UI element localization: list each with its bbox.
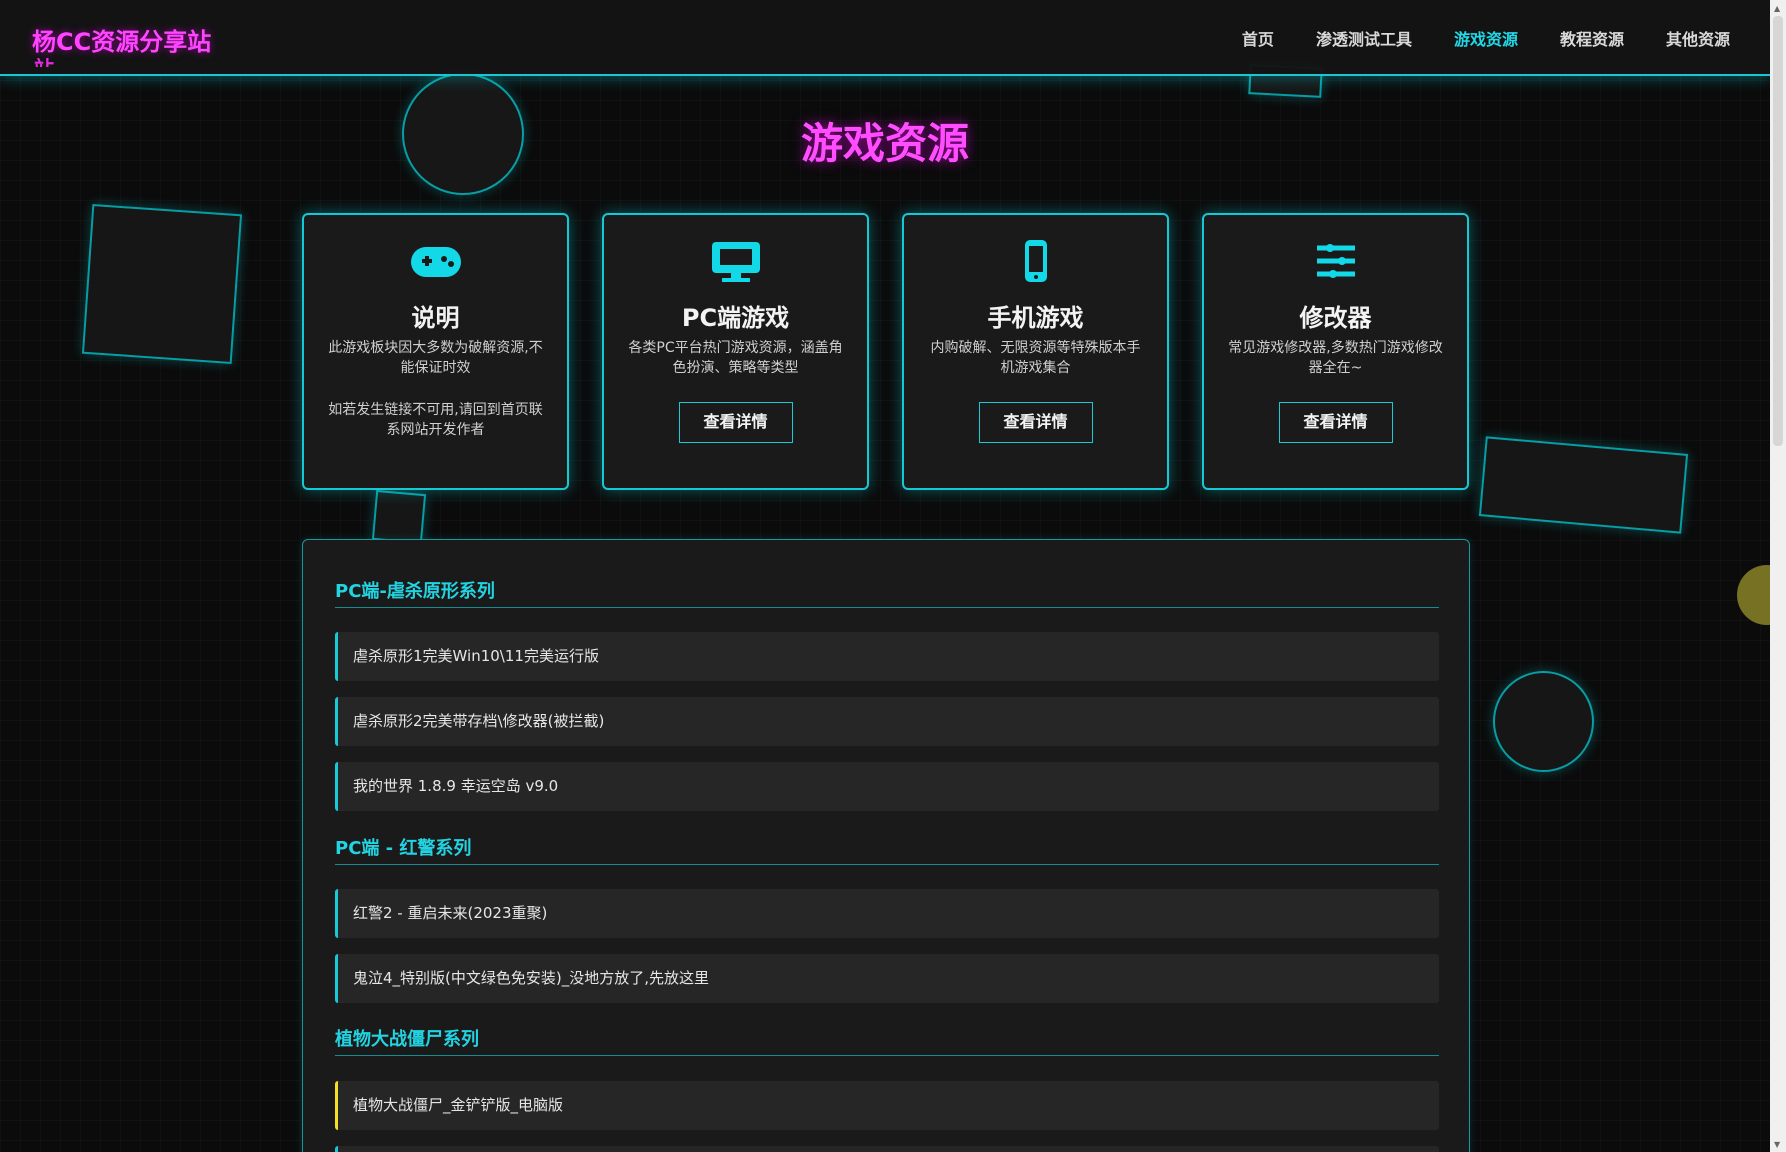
- scroll-down-arrow[interactable]: ▼: [1774, 1140, 1780, 1149]
- card-title: 说明: [411, 304, 460, 332]
- site-logo[interactable]: 杨CC资源分享站: [32, 22, 211, 57]
- partial-resource-item[interactable]: [335, 1146, 1439, 1152]
- monitor-icon: [711, 242, 760, 282]
- nav-other-resources[interactable]: 其他资源: [1666, 26, 1730, 50]
- resource-item[interactable]: 虐杀原形1完美Win10\11完美运行版: [335, 632, 1439, 681]
- trainer-detail-button[interactable]: 查看详情: [1278, 402, 1393, 443]
- sliders-icon: [1316, 244, 1355, 278]
- card-title: 修改器: [1299, 304, 1372, 332]
- gamepad-icon: [410, 247, 461, 277]
- nav-tutorial-resources[interactable]: 教程资源: [1560, 26, 1624, 50]
- decorative-circle-right: [1493, 671, 1594, 772]
- card-title: 手机游戏: [987, 304, 1084, 332]
- decorative-left-square: [81, 203, 243, 365]
- phone-icon: [1024, 240, 1047, 282]
- card-description: 各类PC平台热门游戏资源，涵盖角色扮演、策略等类型: [628, 340, 843, 376]
- section-title: 植物大战僵尸系列: [335, 1025, 1439, 1056]
- mobile-games-card: 手机游戏 内购破解、无限资源等特殊版本手机游戏集合 查看详情: [902, 213, 1169, 490]
- logo-overflow-char: 站: [34, 58, 54, 67]
- info-card: 说明 此游戏板块因大多数为破解资源,不能保证时效 如若发生链接不可用,请回到首页…: [302, 213, 569, 490]
- top-navigation: 杨CC资源分享站 站 首页 渗透测试工具 游戏资源 教程资源 其他资源: [0, 0, 1770, 76]
- card-description: 内购破解、无限资源等特殊版本手机游戏集合: [930, 340, 1141, 376]
- page-title: 游戏资源: [800, 119, 969, 168]
- scrollbar-thumb[interactable]: [1773, 16, 1783, 446]
- section-title: PC端 - 红警系列: [335, 834, 1439, 865]
- nav-home[interactable]: 首页: [1242, 26, 1274, 50]
- pc-games-card: PC端游戏 各类PC平台热门游戏资源，涵盖角色扮演、策略等类型 查看详情: [602, 213, 869, 490]
- section-title: PC端-虐杀原形系列: [335, 577, 1439, 608]
- card-title: PC端游戏: [681, 304, 790, 332]
- resource-item[interactable]: 植物大战僵尸_金铲铲版_电脑版: [335, 1081, 1439, 1130]
- resource-item[interactable]: 虐杀原形2完美带存档\修改器(被拦截): [335, 697, 1439, 746]
- nav-pentest-tools[interactable]: 渗透测试工具: [1316, 26, 1412, 50]
- mobile-games-detail-button[interactable]: 查看详情: [978, 402, 1093, 443]
- scroll-up-arrow[interactable]: ▲: [1774, 4, 1780, 13]
- nav-menu: 首页 渗透测试工具 游戏资源 教程资源 其他资源: [1242, 26, 1730, 50]
- decorative-mid-square: [371, 489, 427, 545]
- decorative-right-rect: [1478, 436, 1689, 534]
- card-note: 如若发生链接不可用,请回到首页联系网站开发作者: [328, 402, 543, 438]
- nav-game-resources[interactable]: 游戏资源: [1454, 26, 1518, 50]
- scrollbar[interactable]: ▲ ▼: [1770, 0, 1786, 1152]
- resource-item[interactable]: 我的世界 1.8.9 幸运空岛 v9.0: [335, 762, 1439, 811]
- resource-list-panel: PC端-虐杀原形系列 虐杀原形1完美Win10\11完美运行版 虐杀原形2完美带…: [302, 539, 1470, 1152]
- pc-games-detail-button[interactable]: 查看详情: [678, 402, 793, 443]
- trainer-card: 修改器 常见游戏修改器,多数热门游戏修改器全在~ 查看详情: [1202, 213, 1469, 490]
- resource-item[interactable]: 红警2 - 重启未来(2023重聚): [335, 889, 1439, 938]
- card-description: 常见游戏修改器,多数热门游戏修改器全在~: [1228, 340, 1443, 376]
- card-description: 此游戏板块因大多数为破解资源,不能保证时效: [328, 340, 543, 376]
- resource-item[interactable]: 鬼泣4_特别版(中文绿色免安装)_没地方放了,先放这里: [335, 954, 1439, 1003]
